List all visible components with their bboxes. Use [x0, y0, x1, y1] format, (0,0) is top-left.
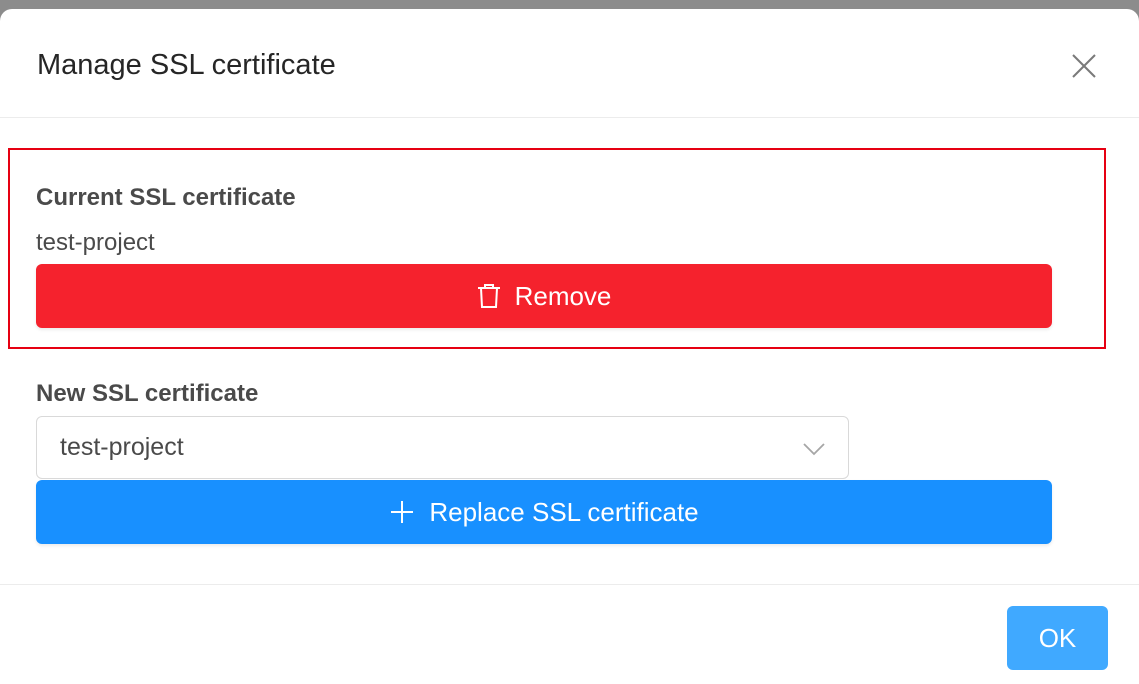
dialog-footer: OK	[0, 584, 1139, 684]
dialog-header: Manage SSL certificate	[0, 9, 1139, 118]
close-button[interactable]	[1064, 46, 1104, 86]
new-certificate-select[interactable]: test-project	[36, 416, 849, 479]
trash-icon	[477, 283, 501, 309]
replace-certificate-button[interactable]: Replace SSL certificate	[36, 480, 1052, 544]
manage-ssl-dialog: Manage SSL certificate Current SSL certi…	[0, 9, 1139, 684]
current-certificate-label: Current SSL certificate	[36, 184, 296, 211]
remove-button-label: Remove	[514, 280, 612, 311]
plus-icon	[389, 499, 415, 525]
close-icon	[1072, 54, 1096, 78]
remove-button[interactable]: Remove	[36, 264, 1052, 328]
dialog-title: Manage SSL certificate	[37, 49, 336, 81]
current-certificate-value: test-project	[36, 229, 155, 256]
new-certificate-select-value: test-project	[60, 433, 184, 461]
new-certificate-label: New SSL certificate	[36, 380, 259, 407]
dialog-body: Current SSL certificate test-project Rem…	[0, 118, 1139, 584]
replace-certificate-button-label: Replace SSL certificate	[429, 496, 699, 527]
ok-button[interactable]: OK	[1007, 606, 1108, 670]
chevron-down-icon	[803, 443, 825, 456]
